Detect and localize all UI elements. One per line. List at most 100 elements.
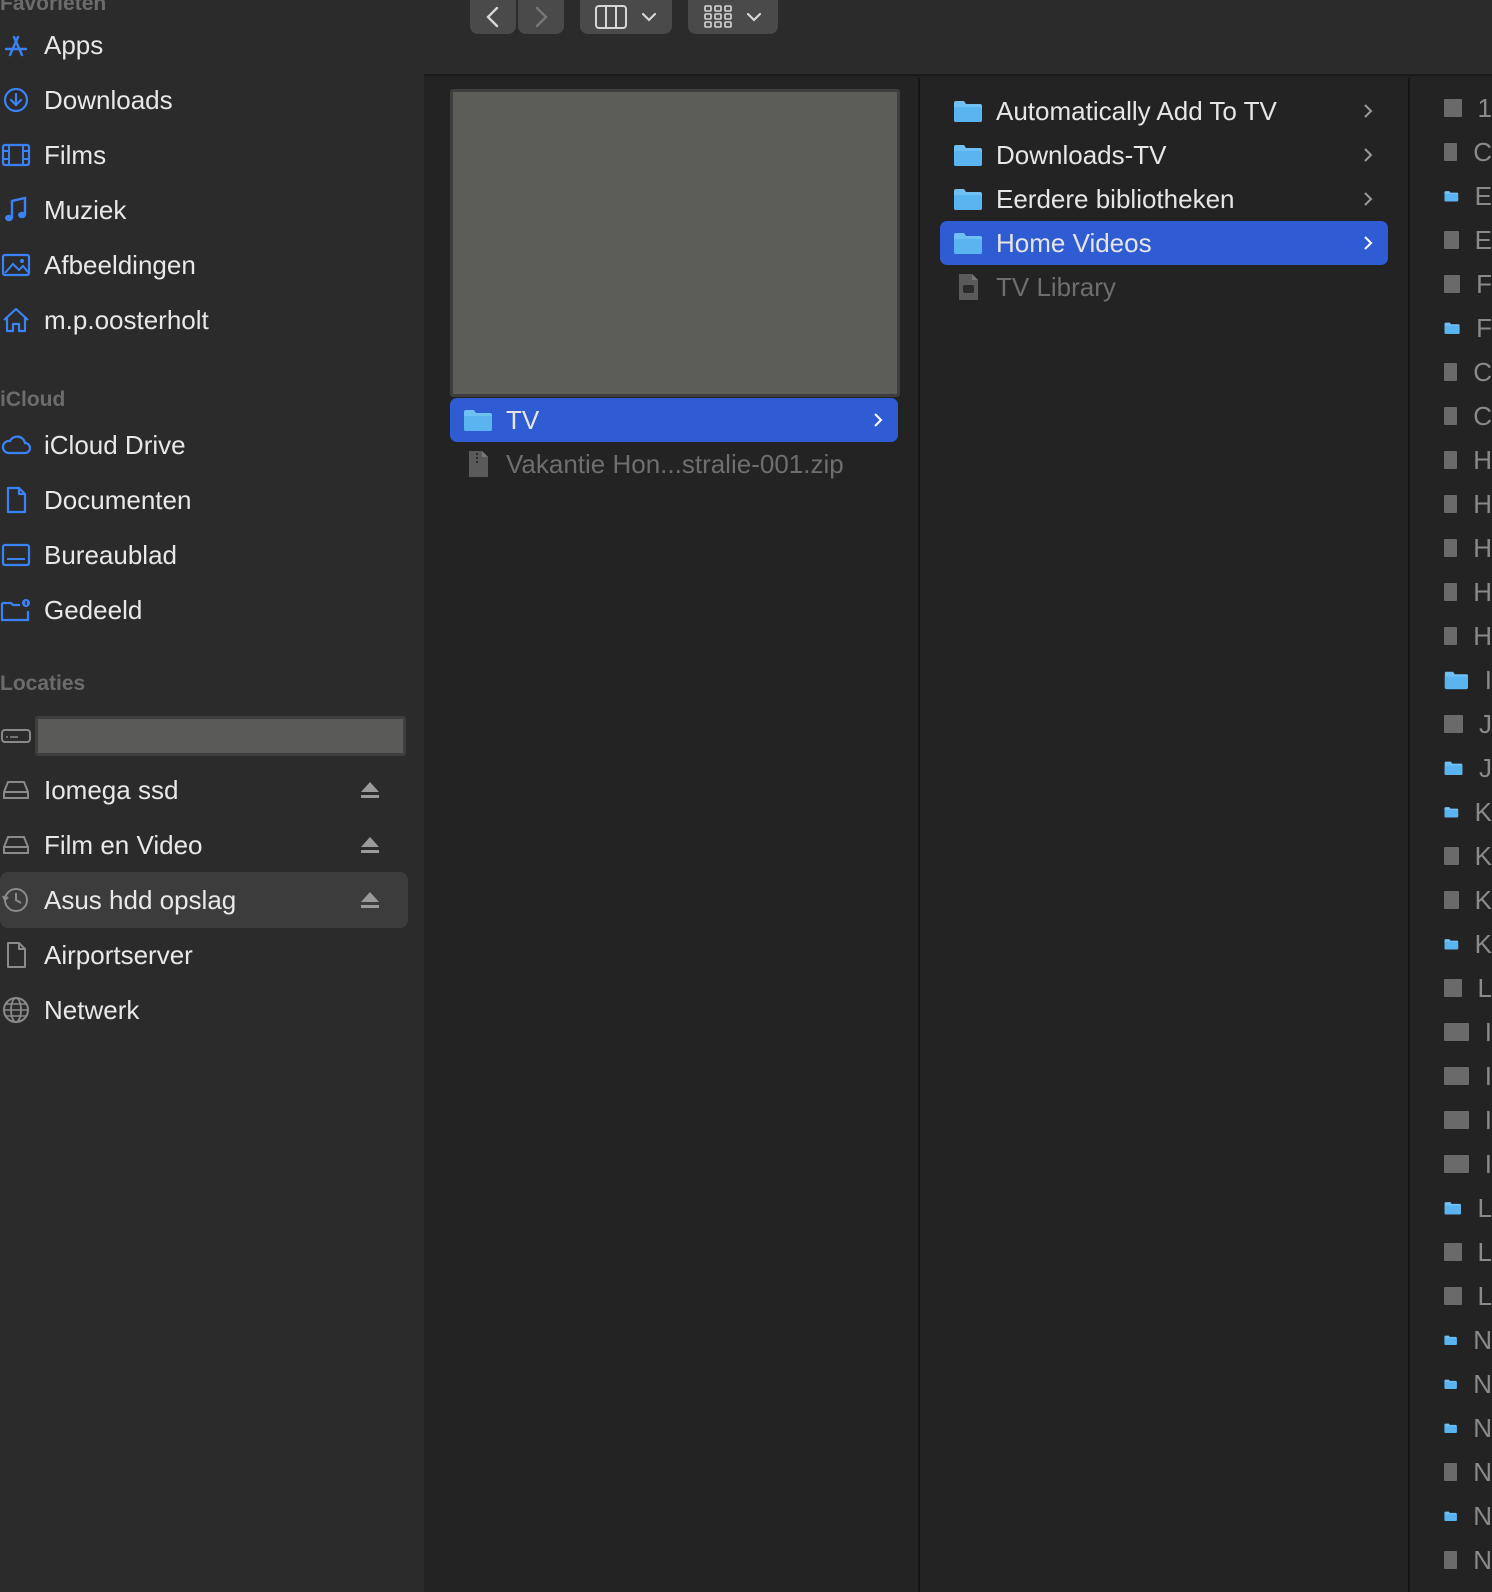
sidebar-item-icloud-drive[interactable]: iCloud Drive — [0, 417, 408, 473]
list-item-label: Vakantie Hon...stralie-001.zip — [506, 448, 844, 479]
list-item[interactable]: I — [1444, 1142, 1492, 1186]
sidebar-item-bureaublad[interactable]: Bureaublad — [0, 527, 408, 583]
list-item[interactable]: C — [1444, 394, 1492, 438]
list-item[interactable]: N — [1444, 1406, 1492, 1450]
list-item-label: I — [1484, 664, 1492, 695]
sidebar-item-gedeeld[interactable]: Gedeeld — [0, 582, 408, 638]
list-item[interactable]: 1 — [1444, 86, 1492, 130]
list-item-label: K — [1474, 928, 1492, 959]
list-item[interactable]: N — [1444, 1318, 1492, 1362]
list-item[interactable]: H — [1444, 570, 1492, 614]
list-item-label: N — [1473, 1368, 1492, 1399]
list-item-label: I — [1484, 1104, 1492, 1135]
video-thumbnail-icon — [1444, 1551, 1458, 1569]
list-item-downloads-tv[interactable]: Downloads-TV — [940, 133, 1388, 177]
sidebar-item-documenten[interactable]: Documenten — [0, 472, 408, 528]
list-item[interactable]: L — [1444, 966, 1492, 1010]
list-item-label: TV Library — [996, 271, 1116, 302]
list-item-tv-library[interactable]: TV Library — [940, 265, 1388, 309]
list-item-label: Downloads-TV — [996, 139, 1167, 170]
chevron-right-icon — [1364, 192, 1373, 206]
sidebar-item-netwerk[interactable]: Netwerk — [0, 982, 408, 1038]
sidebar-item-label: Airportserver — [44, 939, 193, 970]
back-button[interactable] — [470, 0, 516, 34]
sidebar-item-label: Documenten — [44, 484, 192, 515]
list-item[interactable]: I — [1444, 1098, 1492, 1142]
list-item-tv[interactable]: TV — [450, 398, 898, 442]
sidebar-item-label: Iomega ssd — [44, 774, 179, 805]
sidebar-item-airportserver[interactable]: Airportserver — [0, 927, 408, 983]
list-item[interactable]: I — [1444, 658, 1492, 702]
list-item[interactable]: E — [1444, 218, 1492, 262]
eject-icon[interactable] — [360, 890, 380, 910]
eject-icon[interactable] — [360, 835, 380, 855]
list-item[interactable]: K — [1444, 790, 1492, 834]
list-item[interactable]: C — [1444, 130, 1492, 174]
list-item-label: C — [1473, 356, 1492, 387]
list-item-label: F — [1476, 312, 1492, 343]
list-item[interactable]: L — [1444, 1274, 1492, 1318]
eject-icon[interactable] — [360, 780, 380, 800]
sidebar-item-films[interactable]: Films — [0, 127, 408, 183]
list-item-eerdere-bibliotheken[interactable]: Eerdere bibliotheken — [940, 177, 1388, 221]
sidebar-item-asus-hdd-opslag[interactable]: Asus hdd opslag — [0, 872, 408, 928]
network-icon — [0, 982, 36, 1038]
video-thumbnail-icon — [1444, 1155, 1469, 1173]
list-item[interactable]: F — [1444, 262, 1492, 306]
sidebar-item-downloads[interactable]: Downloads — [0, 72, 408, 128]
sidebar-item-label: Film en Video — [44, 829, 203, 860]
list-item-zip[interactable]: Vakantie Hon...stralie-001.zip — [450, 442, 898, 486]
list-item[interactable]: K — [1444, 834, 1492, 878]
list-item[interactable]: N — [1444, 1494, 1492, 1538]
list-item[interactable]: I — [1444, 1054, 1492, 1098]
sidebar-item-muziek[interactable]: Muziek — [0, 182, 408, 238]
list-item[interactable]: N — [1444, 1538, 1492, 1582]
drive-icon — [0, 708, 36, 764]
list-item[interactable]: E — [1444, 174, 1492, 218]
view-mode-button[interactable] — [580, 0, 672, 34]
list-item[interactable]: F — [1444, 306, 1492, 350]
chevron-right-icon — [874, 413, 883, 427]
pictures-icon — [0, 237, 36, 293]
list-item[interactable]: I — [1444, 1010, 1492, 1054]
sidebar-item-label: Apps — [44, 29, 104, 60]
chevron-down-icon — [746, 12, 762, 22]
sidebar-item-home[interactable]: m.p.oosterholt — [0, 292, 408, 348]
list-item[interactable]: N — [1444, 1362, 1492, 1406]
sidebar-item-apps[interactable]: Apps — [0, 17, 408, 73]
zip-file-icon — [460, 450, 496, 478]
list-item-label: I — [1484, 1060, 1492, 1091]
group-button[interactable] — [688, 0, 778, 34]
sidebar-item-film-en-video[interactable]: Film en Video — [0, 817, 408, 873]
list-item[interactable]: C — [1444, 350, 1492, 394]
chevron-right-icon — [1364, 104, 1373, 118]
forward-button[interactable] — [518, 0, 564, 34]
video-thumbnail-icon — [1444, 231, 1459, 249]
sidebar-item-afbeeldingen[interactable]: Afbeeldingen — [0, 237, 408, 293]
list-item[interactable]: H — [1444, 482, 1492, 526]
folder-icon — [1444, 671, 1468, 690]
list-item[interactable]: K — [1444, 878, 1492, 922]
sidebar-item-label: Downloads — [44, 84, 173, 115]
list-item[interactable]: H — [1444, 614, 1492, 658]
time-machine-icon — [0, 872, 36, 928]
music-icon — [0, 182, 36, 238]
list-item[interactable]: H — [1444, 526, 1492, 570]
list-item[interactable]: H — [1444, 438, 1492, 482]
folder-icon — [950, 143, 986, 167]
list-item[interactable]: L — [1444, 1186, 1492, 1230]
video-thumbnail-icon — [1444, 1287, 1462, 1305]
sidebar-item-label: Muziek — [44, 194, 127, 225]
drive-icon — [0, 817, 36, 873]
list-item[interactable]: J — [1444, 746, 1492, 790]
sidebar-item-iomega-ssd[interactable]: Iomega ssd — [0, 762, 408, 818]
folder-icon — [1444, 191, 1459, 202]
download-icon — [0, 72, 36, 128]
list-item-automatically-add-to-tv[interactable]: Automatically Add To TV — [940, 89, 1388, 133]
list-item[interactable]: N — [1444, 1450, 1492, 1494]
list-item-home-videos[interactable]: Home Videos — [940, 221, 1388, 265]
list-item[interactable]: L — [1444, 1230, 1492, 1274]
list-item[interactable]: J — [1444, 702, 1492, 746]
list-item[interactable]: K — [1444, 922, 1492, 966]
list-item-label: E — [1474, 224, 1492, 255]
